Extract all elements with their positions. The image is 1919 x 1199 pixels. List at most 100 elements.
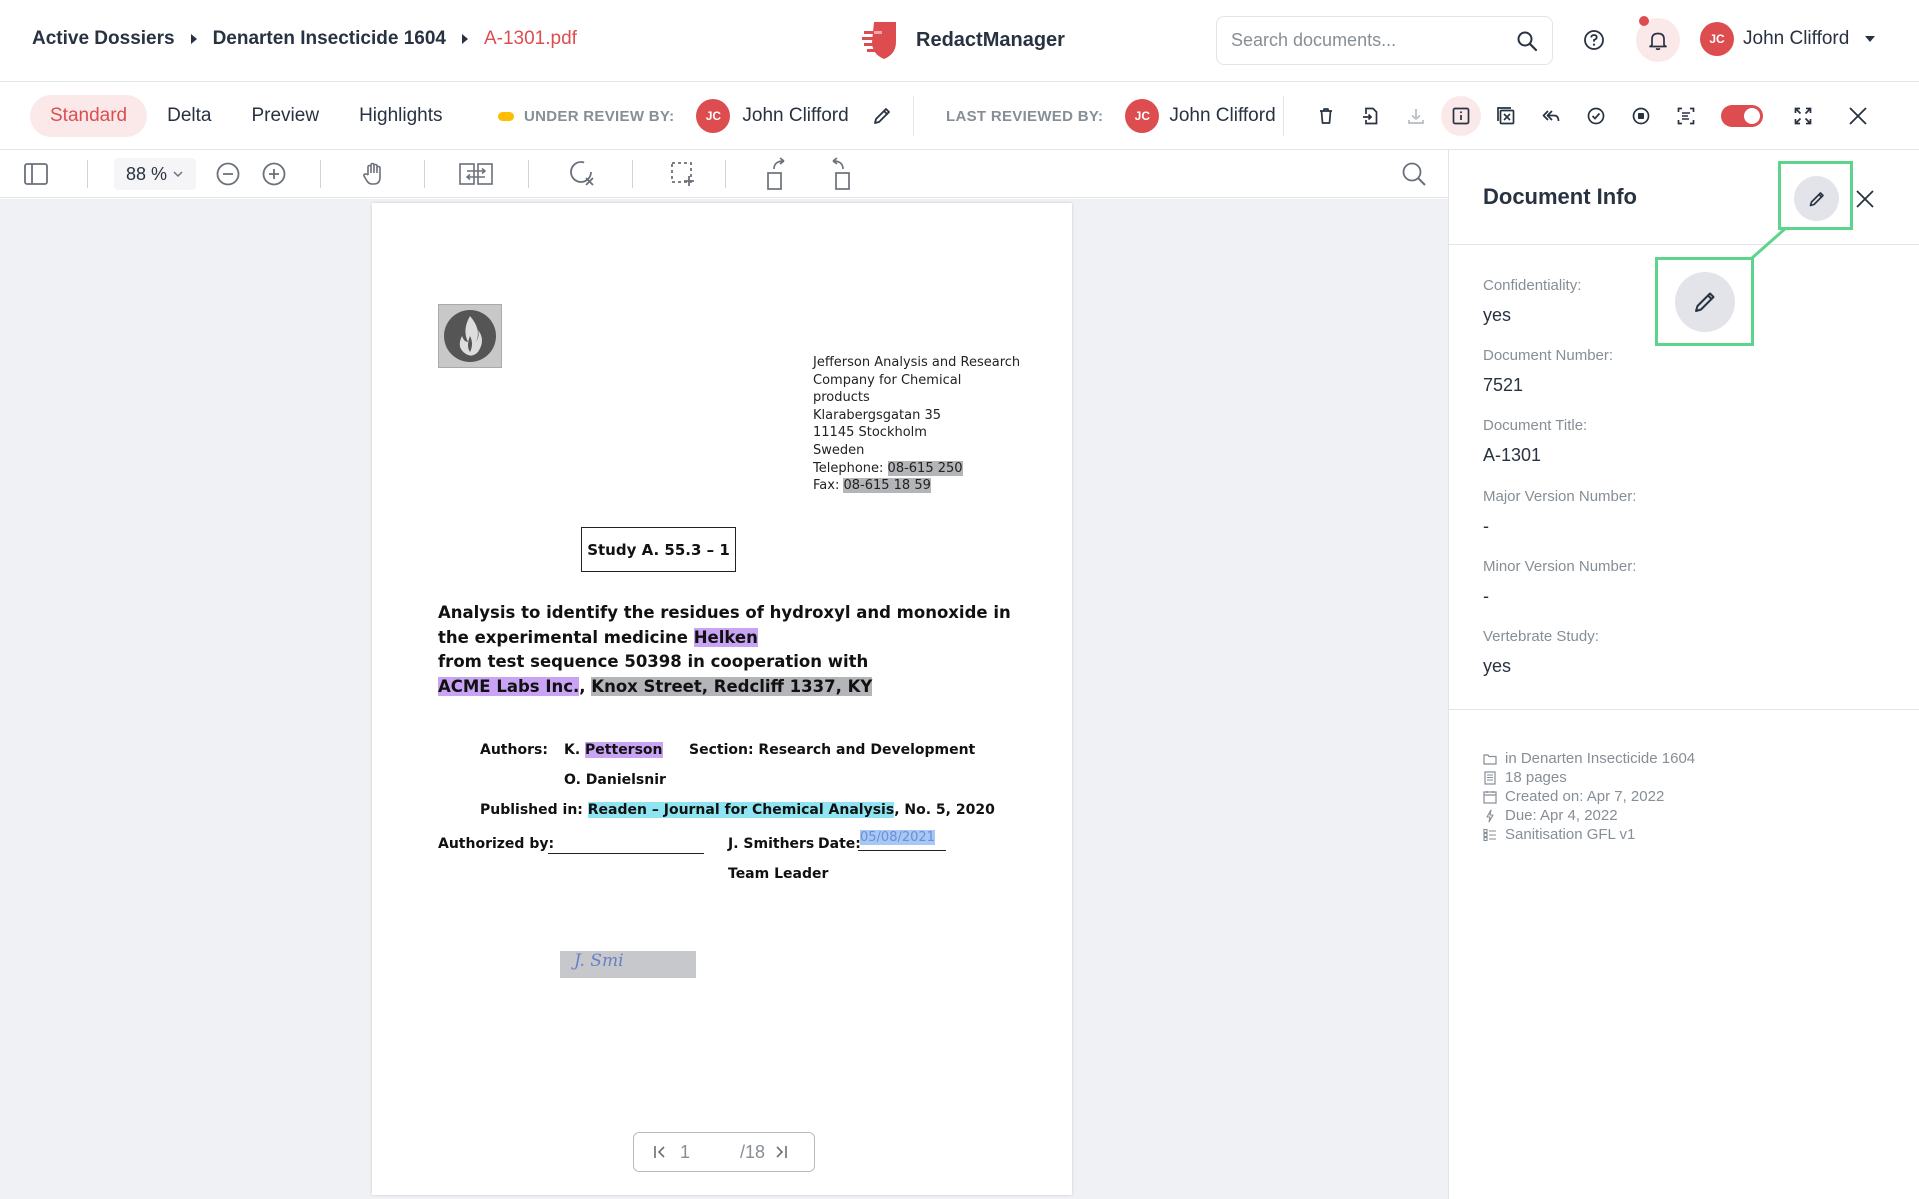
zoom-select[interactable]: 88 % <box>114 158 196 190</box>
user-menu[interactable]: JC John Clifford <box>1700 22 1876 56</box>
tab-highlights[interactable]: Highlights <box>339 95 462 137</box>
pencil-icon <box>1695 292 1715 312</box>
brand-name: RedactManager <box>916 28 1065 51</box>
redactmanager-logo-icon <box>862 22 896 59</box>
info-field-minor-version: Minor Version Number: - <box>1483 558 1636 607</box>
download-button[interactable] <box>1396 96 1436 136</box>
tab-standard[interactable]: Standard <box>30 95 148 137</box>
address-line: Company for Chemical <box>813 372 962 388</box>
redacted-date[interactable]: 05/08/2021 <box>860 830 935 845</box>
close-document-button[interactable] <box>1838 96 1878 136</box>
top-bar: Active Dossiers Denarten Insecticide 160… <box>0 0 1919 82</box>
section-text: Section: Research and Development <box>689 742 976 758</box>
close-icon <box>1849 107 1867 125</box>
page-input[interactable]: 1 <box>680 1142 690 1163</box>
search-box[interactable] <box>1216 16 1553 65</box>
fullscreen-button[interactable] <box>1783 96 1823 136</box>
document-viewer[interactable]: Jefferson Analysis and Research Company … <box>0 199 1448 1199</box>
divider <box>528 160 529 188</box>
published-line: Published in: Readen – Journal for Chemi… <box>480 802 995 818</box>
reply-all-icon <box>1542 110 1560 122</box>
field-label: Major Version Number: <box>1483 488 1637 505</box>
area-select-icon <box>671 162 694 186</box>
breadcrumb-active-dossiers[interactable]: Active Dossiers <box>32 28 175 50</box>
stop-button[interactable] <box>1621 96 1661 136</box>
title-text: , <box>579 676 592 696</box>
divider <box>320 160 321 188</box>
rotate-right-button[interactable] <box>823 157 855 190</box>
tab-preview[interactable]: Preview <box>231 95 339 137</box>
pencil-icon[interactable] <box>871 105 893 127</box>
meta-text: Sanitisation GFL v1 <box>1505 826 1636 843</box>
first-page-icon[interactable] <box>650 1142 670 1162</box>
highlight-connector <box>1751 228 1787 260</box>
tab-delta[interactable]: Delta <box>147 95 231 137</box>
info-field-confidentiality: Confidentiality: yes <box>1483 277 1581 326</box>
field-value: 7521 <box>1483 375 1524 395</box>
redacted-telephone[interactable]: 08-615 250 <box>887 460 963 476</box>
avatar: JC <box>696 99 731 133</box>
field-label: Vertebrate Study: <box>1483 628 1599 645</box>
brand[interactable]: RedactManager <box>860 18 1065 62</box>
compare-button[interactable] <box>457 158 495 190</box>
zoom-out-button[interactable] <box>212 158 244 190</box>
info-panel-icon <box>1452 107 1470 125</box>
document-actions <box>1306 96 1883 136</box>
help-button[interactable] <box>1572 18 1616 62</box>
ocr-button[interactable] <box>1666 96 1706 136</box>
redacted-company-name[interactable]: ACME Labs Inc. <box>438 676 580 696</box>
close-panel-button[interactable] <box>1848 182 1882 216</box>
flame-icon <box>444 310 496 362</box>
address-line: products <box>813 390 870 406</box>
search-document-button[interactable] <box>1398 158 1430 190</box>
chevron-down-icon <box>173 171 183 178</box>
document-info-button[interactable] <box>1441 96 1481 136</box>
divider <box>87 160 88 188</box>
address-line: Sweden <box>813 442 865 458</box>
viewer-toolbar: 88 % <box>0 150 1448 198</box>
divider <box>1283 96 1284 136</box>
title-line: Analysis to identify the residues of hyd… <box>438 603 1011 622</box>
calendar-icon <box>1483 790 1497 804</box>
signature-line <box>548 853 704 854</box>
last-reviewer-name: John Clifford <box>1169 105 1276 126</box>
search-input[interactable] <box>1231 30 1516 51</box>
redacted-journal[interactable]: Readen – Journal for Chemical Analysis <box>587 802 895 818</box>
role-text: Team Leader <box>728 866 829 882</box>
breadcrumb-current-file[interactable]: A-1301.pdf <box>484 28 577 50</box>
study-number: Study A. 55.3 – 1 <box>587 540 730 559</box>
study-number-box: Study A. 55.3 – 1 <box>581 527 736 572</box>
delete-button[interactable] <box>1306 96 1346 136</box>
exclude-pages-button[interactable] <box>1486 96 1526 136</box>
search-icon[interactable] <box>1516 30 1538 52</box>
approve-button[interactable] <box>1576 96 1616 136</box>
last-page-icon[interactable] <box>771 1142 791 1162</box>
company-logo <box>438 304 502 368</box>
field-value: - <box>1483 586 1489 606</box>
document-page[interactable]: Jefferson Analysis and Research Company … <box>372 203 1072 1195</box>
import-button[interactable] <box>1351 96 1391 136</box>
undo-all-button[interactable] <box>1531 96 1571 136</box>
zoom-in-button[interactable] <box>258 158 290 190</box>
redacted-product-name[interactable]: Helken <box>693 627 758 647</box>
title-line: from test sequence 50398 in cooperation … <box>438 652 869 671</box>
authorized-label: Authorized by: <box>438 836 555 852</box>
redacted-fax[interactable]: 08-615 18 59 <box>843 478 931 494</box>
signature-text: J. Smi <box>574 951 624 971</box>
sidebar-icon <box>24 163 48 185</box>
area-select-button[interactable] <box>667 158 699 190</box>
stop-circle-icon <box>1632 107 1650 125</box>
redacted-author-name[interactable]: Petterson <box>585 742 663 758</box>
rotate-left-button[interactable] <box>762 157 794 190</box>
breadcrumb-dossier[interactable]: Denarten Insecticide 1604 <box>213 28 446 50</box>
redacted-signature[interactable]: J. Smi <box>560 951 696 978</box>
page-navigator: 1 /18 <box>633 1132 815 1172</box>
reviewer-name: John Clifford <box>742 105 849 126</box>
status-indicator <box>498 111 514 121</box>
clear-annotations-button[interactable] <box>565 158 599 190</box>
toggle-sidebar-button[interactable] <box>20 158 52 190</box>
title-line: ACME Labs Inc., Knox Street, Redcliff 13… <box>438 675 1011 700</box>
pan-tool-button[interactable] <box>357 158 389 190</box>
redaction-toggle[interactable] <box>1721 105 1763 127</box>
redacted-address[interactable]: Knox Street, Redcliff 1337, KY <box>591 676 873 696</box>
